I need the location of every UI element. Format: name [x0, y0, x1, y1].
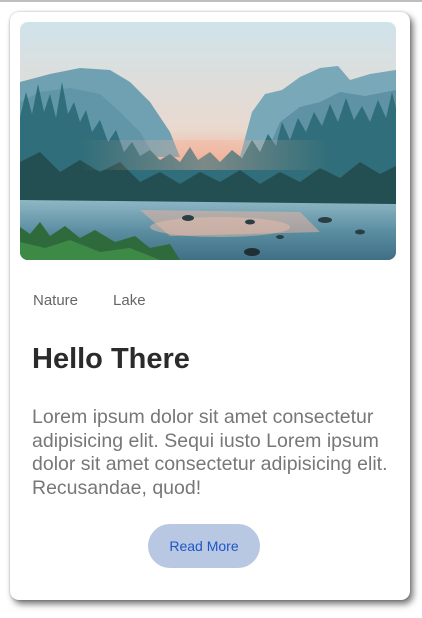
card-description: Lorem ipsum dolor sit amet consectetur a…	[32, 406, 388, 499]
card-image	[20, 22, 396, 260]
tag-list: Nature Lake	[33, 292, 146, 309]
card-title: Hello There	[32, 343, 190, 375]
top-edge-line	[0, 0, 422, 2]
tag-lake: Lake	[113, 292, 146, 309]
read-more-button[interactable]: Read More	[148, 524, 260, 568]
content-card: Nature Lake Hello There Lorem ipsum dolo…	[10, 12, 410, 600]
tag-nature: Nature	[33, 292, 79, 309]
